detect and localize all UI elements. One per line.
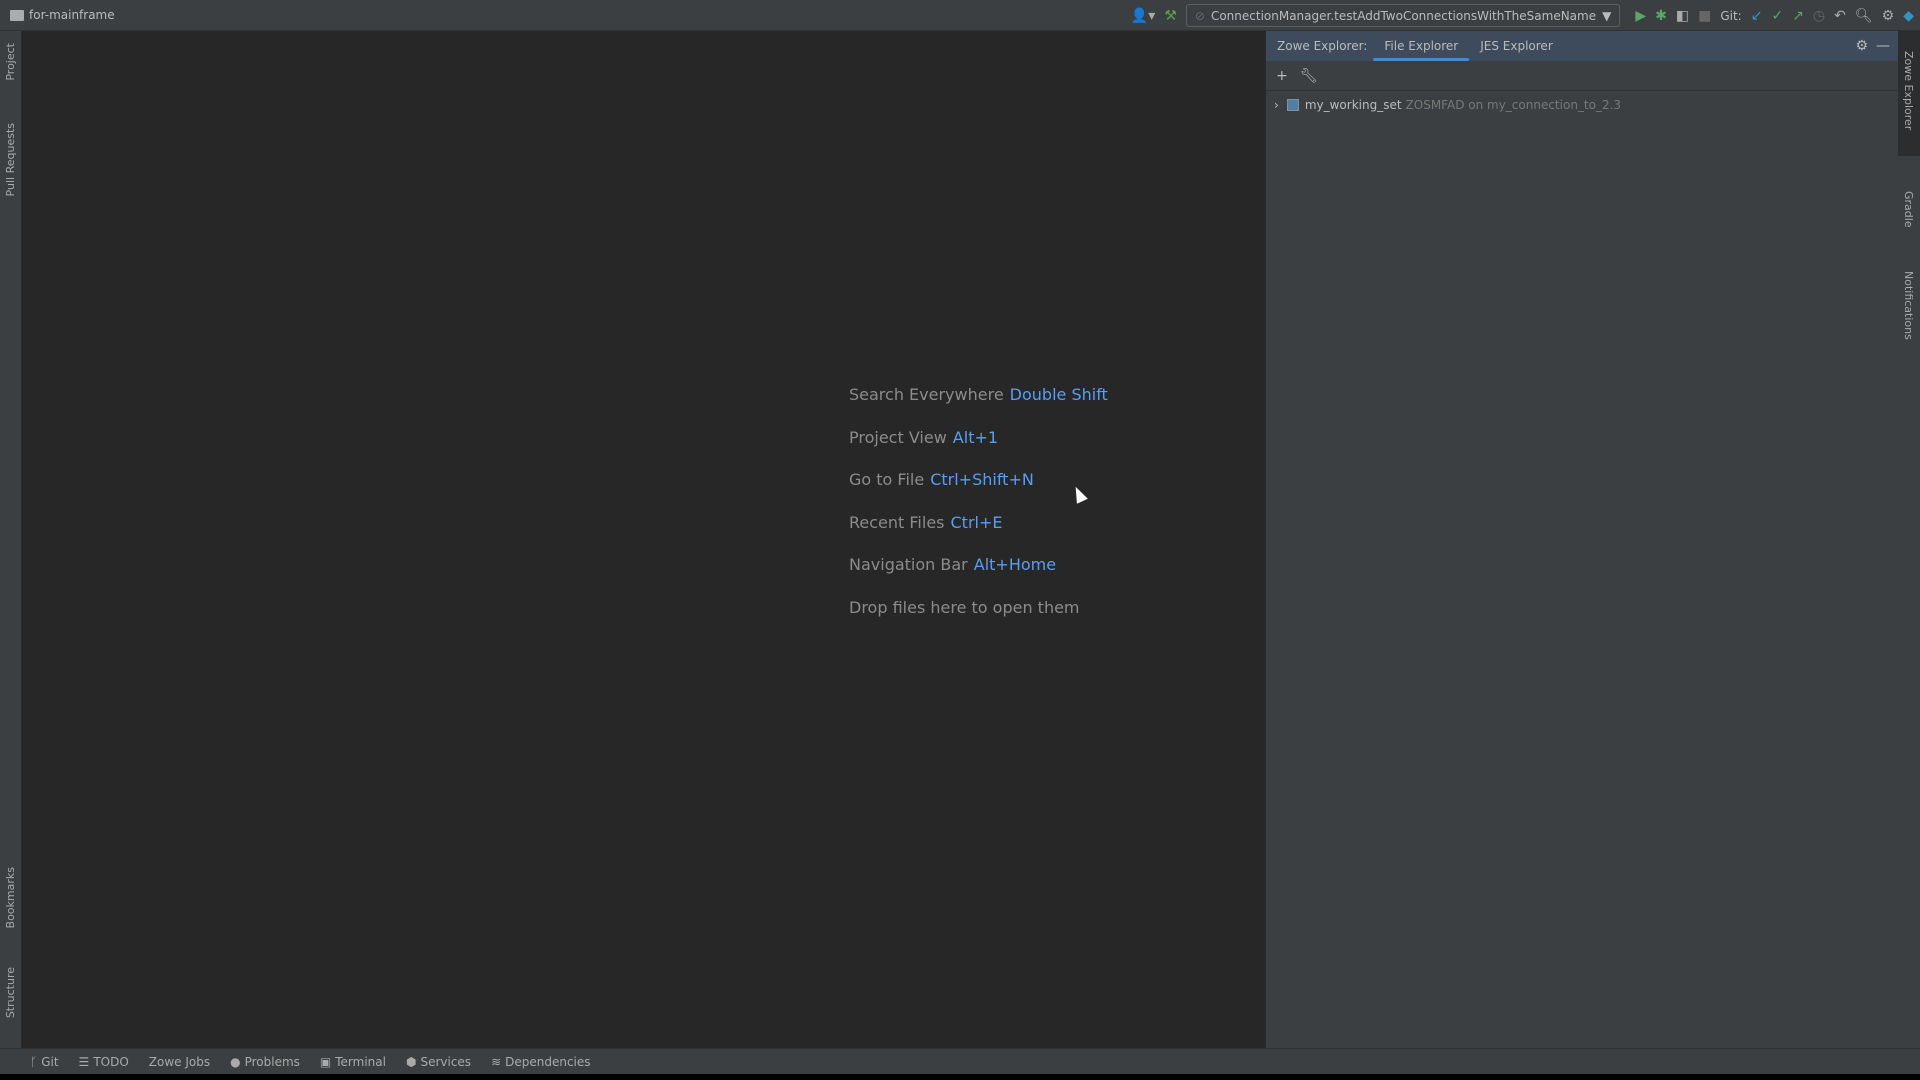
user-icon[interactable]: 👤▾ [1131, 9, 1155, 23]
hint-drop-files: Drop files here to open them [849, 597, 1080, 617]
run-config-name: ConnectionManager.testAddTwoConnectionsW… [1210, 8, 1597, 23]
welcome-hints: Search Everywhere Double Shift Project Vi… [849, 374, 1108, 630]
panel-toolbar: + 🔧︎ [1266, 61, 1898, 91]
run-configuration-select[interactable]: ⊘ ConnectionManager.testAddTwoConnection… [1185, 4, 1621, 27]
hint-go-to-file: Go to File Ctrl+Shift+N [849, 470, 1034, 490]
tab-jes-explorer[interactable]: JES Explorer [1469, 31, 1564, 61]
tool-problems[interactable]: ● Problems [230, 1055, 300, 1069]
tool-bookmarks[interactable]: Bookmarks [4, 867, 17, 928]
gear-icon[interactable]: ⚙ [1882, 9, 1895, 23]
git-label: Git: [1720, 8, 1742, 23]
terminal-icon: ▣ [319, 1054, 332, 1069]
tool-zowe-explorer[interactable]: Zowe Explorer [1902, 51, 1915, 130]
test-icon: ⊘ [1194, 8, 1205, 23]
layers-icon: ≋ [491, 1054, 502, 1069]
left-tool-strip: Project Pull Requests Bookmarks Structur… [0, 31, 22, 1048]
tool-gradle[interactable]: Gradle [1902, 191, 1915, 228]
wrench-icon[interactable]: 🔧︎ [1300, 68, 1318, 84]
gear-icon[interactable]: ⚙ [1855, 38, 1868, 54]
tool-git[interactable]: ᚴ Git [30, 1055, 59, 1069]
chevron-right-icon[interactable]: › [1274, 98, 1279, 112]
git-update-icon[interactable]: ↙ [1751, 9, 1763, 23]
debug-icon[interactable]: ✱ [1655, 9, 1667, 23]
folder-icon [10, 9, 24, 21]
coverage-icon[interactable]: ◧ [1676, 9, 1689, 23]
build-hammer-icon[interactable]: ⚒ [1164, 9, 1177, 23]
editor-area[interactable]: Search Everywhere Double Shift Project Vi… [22, 31, 1265, 1048]
hint-search-everywhere: Search Everywhere Double Shift [849, 385, 1108, 404]
history-icon[interactable]: ◷ [1813, 9, 1825, 23]
stop-icon[interactable]: ■ [1698, 9, 1711, 23]
tool-dependencies[interactable]: ≋ Dependencies [491, 1055, 590, 1069]
git-commit-icon[interactable]: ✓ [1771, 9, 1783, 23]
tree-item[interactable]: › my_working_set ZOSMFAD on my_connectio… [1266, 93, 1898, 117]
add-icon[interactable]: + [1276, 68, 1288, 84]
tool-notifications[interactable]: Notifications [1902, 271, 1915, 340]
title-bar: for-mainframe 👤▾ ⚒ ⊘ ConnectionManager.t… [0, 0, 1920, 31]
working-set-detail: ZOSMFAD on my_connection_to_2.3 [1405, 98, 1622, 112]
hint-navigation-bar: Navigation Bar Alt+Home [849, 555, 1057, 575]
hint-recent-files: Recent Files Ctrl+E [849, 512, 1003, 532]
right-tool-strip: Zowe Explorer Gradle Notifications [1898, 31, 1920, 1048]
bottom-tool-bar: ᚴ Git ☰ TODO Zowe Jobs ● Problems ▣ Terminal… [0, 1048, 1920, 1074]
project-widget[interactable]: for-mainframe [10, 8, 115, 22]
hint-project-view: Project View Alt+1 [849, 427, 999, 447]
git-push-icon[interactable]: ↗ [1792, 9, 1804, 23]
run-icon[interactable]: ▶ [1635, 9, 1646, 23]
panel-tab-bar: Zowe Explorer: File Explorer JES Explore… [1266, 31, 1898, 61]
working-set-icon [1286, 99, 1299, 111]
tool-pull-requests[interactable]: Pull Requests [4, 123, 17, 196]
project-name: for-mainframe [29, 8, 115, 22]
tool-structure[interactable]: Structure [4, 967, 17, 1018]
rollback-icon[interactable]: ↶ [1834, 9, 1846, 23]
tool-todo[interactable]: ☰ TODO [79, 1055, 129, 1069]
tool-services[interactable]: ⬢ Services [406, 1055, 471, 1069]
panel-title: Zowe Explorer: [1277, 39, 1368, 53]
working-set-name: my_working_set [1304, 98, 1402, 112]
plugin-logo-icon[interactable]: ◆ [1903, 9, 1914, 23]
minimize-icon[interactable]: — [1876, 38, 1890, 54]
git-branch-icon: ᚴ [30, 1054, 38, 1069]
chevron-down-icon: ▼ [1602, 8, 1612, 23]
tab-file-explorer[interactable]: File Explorer [1373, 31, 1470, 61]
search-icon[interactable]: 🔍︎ [1855, 9, 1873, 23]
list-icon: ☰ [78, 1054, 90, 1069]
alert-icon: ● [230, 1054, 241, 1069]
services-icon: ⬢ [405, 1054, 417, 1069]
zowe-explorer-panel: Zowe Explorer: File Explorer JES Explore… [1265, 31, 1898, 1048]
tool-project[interactable]: Project [4, 43, 17, 81]
tool-terminal[interactable]: ▣ Terminal [320, 1055, 386, 1069]
tool-zowe-jobs[interactable]: Zowe Jobs [149, 1055, 210, 1069]
